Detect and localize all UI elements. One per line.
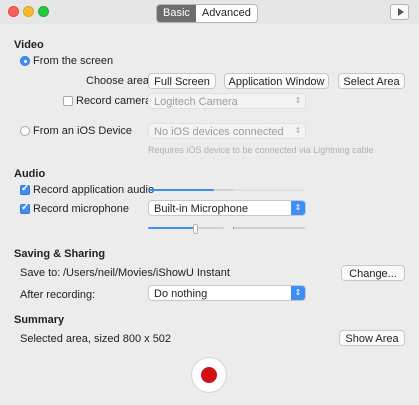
minimize-window-button[interactable]: [23, 6, 34, 17]
record-microphone-checkbox[interactable]: [20, 202, 30, 214]
ios-hint-text: Requires iOS device to be connected via …: [148, 145, 374, 155]
select-area-button[interactable]: Select Area: [338, 73, 405, 89]
app-audio-volume-fill: [148, 189, 214, 191]
record-icon[interactable]: [191, 357, 227, 393]
tab-advanced[interactable]: Advanced: [196, 5, 257, 22]
change-button[interactable]: Change...: [341, 265, 405, 281]
record-microphone-label[interactable]: Record microphone: [33, 203, 129, 215]
microphone-select[interactable]: Built-in Microphone ⇕: [148, 200, 306, 216]
record-camera-label[interactable]: Record camera: [76, 95, 151, 107]
from-screen-radio[interactable]: [20, 56, 30, 66]
record-camera-checkbox[interactable]: [63, 96, 73, 106]
record-app-audio-checkbox[interactable]: [20, 183, 30, 195]
play-icon[interactable]: [390, 4, 409, 20]
tab-segmented-control: Basic Advanced: [156, 4, 258, 23]
ios-device-select[interactable]: No iOS devices connected ⇕: [148, 123, 306, 139]
up-down-arrows-icon: ⇕: [294, 96, 302, 105]
from-ios-label[interactable]: From an iOS Device: [33, 125, 132, 137]
summary-section-title: Summary: [14, 314, 65, 326]
up-down-arrows-icon: ⇕: [294, 126, 302, 135]
save-path-value: /Users/neil/Movies/iShowU Instant: [63, 267, 230, 279]
choose-area-label: Choose area: [86, 75, 149, 87]
from-ios-radio[interactable]: [20, 126, 30, 136]
up-down-arrows-icon: ⇕: [291, 286, 305, 300]
microphone-level-meter: [233, 227, 305, 229]
full-screen-button[interactable]: Full Screen: [148, 73, 216, 89]
microphone-level-fill: [233, 227, 235, 229]
application-window-button[interactable]: Application Window: [224, 73, 329, 89]
after-recording-select[interactable]: Do nothing ⇕: [148, 285, 306, 301]
titlebar: Basic Advanced: [0, 0, 419, 24]
microphone-select-value: Built-in Microphone: [154, 203, 249, 215]
app-audio-volume-slider[interactable]: [148, 189, 243, 191]
show-area-button[interactable]: Show Area: [339, 330, 405, 346]
up-down-arrows-icon: ⇕: [291, 201, 305, 215]
app-window: Basic Advanced Video From the screen Cho…: [0, 0, 419, 405]
ios-device-select-value: No iOS devices connected: [154, 126, 284, 138]
saving-section-title: Saving & Sharing: [14, 248, 106, 260]
microphone-volume-knob[interactable]: [193, 224, 199, 234]
record-app-audio-label[interactable]: Record application audio: [33, 184, 154, 196]
app-audio-level-meter: [233, 189, 305, 191]
after-recording-label: After recording:: [20, 289, 96, 301]
tab-basic[interactable]: Basic: [157, 5, 196, 22]
close-window-button[interactable]: [8, 6, 19, 17]
save-to-label: Save to:: [20, 267, 61, 279]
summary-text: Selected area, sized 800 x 502: [20, 333, 172, 345]
camera-select-value: Logitech Camera: [154, 96, 238, 108]
audio-section-title: Audio: [14, 168, 46, 180]
microphone-volume-slider[interactable]: [148, 224, 224, 234]
from-screen-label[interactable]: From the screen: [33, 55, 113, 67]
camera-select[interactable]: Logitech Camera ⇕: [148, 93, 306, 109]
after-recording-select-value: Do nothing: [154, 288, 208, 300]
video-section-title: Video: [14, 39, 44, 51]
zoom-window-button[interactable]: [38, 6, 49, 17]
microphone-volume-fill: [148, 227, 196, 229]
